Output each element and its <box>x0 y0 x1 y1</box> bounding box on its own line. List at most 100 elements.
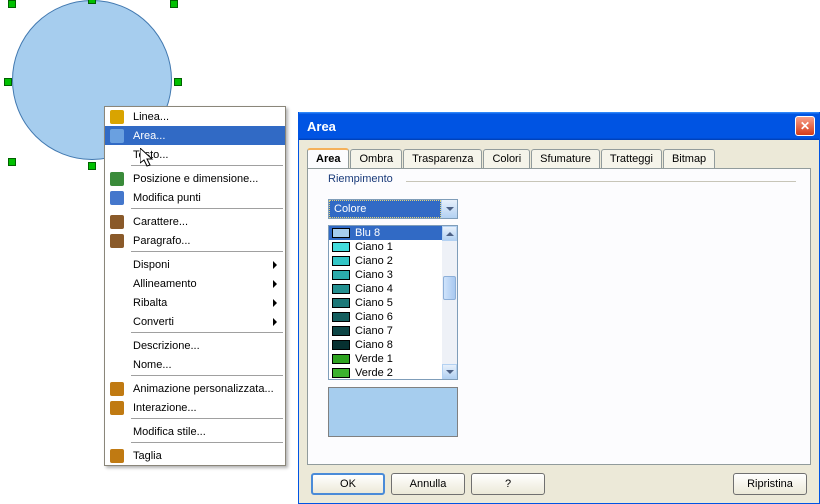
resize-handle-n[interactable] <box>88 0 96 4</box>
tab-area[interactable]: Area <box>307 148 349 168</box>
color-list-item[interactable]: Ciano 1 <box>329 240 442 254</box>
resize-handle-w[interactable] <box>4 78 12 86</box>
menu-item[interactable]: Converti <box>105 312 285 331</box>
resize-handle-s[interactable] <box>88 162 96 170</box>
menu-item[interactable]: Area... <box>105 126 285 145</box>
ok-button[interactable]: OK <box>311 473 385 495</box>
resize-handle-nw[interactable] <box>8 0 16 8</box>
scroll-thumb[interactable] <box>443 276 456 300</box>
reset-label: Ripristina <box>747 478 793 490</box>
menu-icon-empty <box>105 336 129 355</box>
paragraph-icon <box>110 234 124 248</box>
menu-item[interactable]: Allineamento <box>105 274 285 293</box>
menu-item-label: Posizione e dimensione... <box>129 173 279 185</box>
color-name: Ciano 2 <box>355 255 393 267</box>
tab-colori[interactable]: Colori <box>483 149 530 169</box>
color-name: Ciano 3 <box>355 269 393 281</box>
color-swatch-icon <box>332 242 350 252</box>
color-list-item[interactable]: Ciano 2 <box>329 254 442 268</box>
color-name: Ciano 6 <box>355 311 393 323</box>
menu-item[interactable]: Taglia <box>105 446 285 465</box>
menu-item[interactable]: Modifica stile... <box>105 422 285 441</box>
color-name: Ciano 7 <box>355 325 393 337</box>
color-swatch-icon <box>332 228 350 238</box>
menu-separator <box>131 165 283 166</box>
dialog-titlebar[interactable]: Area ✕ <box>299 112 819 140</box>
menu-icon-empty <box>105 145 129 164</box>
paint-line-icon <box>105 107 129 126</box>
scroll-up-button[interactable] <box>442 226 457 241</box>
color-list-item[interactable]: Verde 1 <box>329 352 442 366</box>
color-list-item[interactable]: Ciano 5 <box>329 296 442 310</box>
color-list-item[interactable]: Ciano 3 <box>329 268 442 282</box>
menu-item[interactable]: Paragrafo... <box>105 231 285 250</box>
resize-handle-ne[interactable] <box>170 0 178 8</box>
cut-icon <box>105 446 129 465</box>
help-button[interactable]: ? <box>471 473 545 495</box>
character-icon <box>105 212 129 231</box>
tab-tratteggi[interactable]: Tratteggi <box>601 149 662 169</box>
color-list-item[interactable]: Ciano 8 <box>329 338 442 352</box>
cancel-button[interactable]: Annulla <box>391 473 465 495</box>
menu-item[interactable]: Carattere... <box>105 212 285 231</box>
resize-handle-sw[interactable] <box>8 158 16 166</box>
menu-separator <box>131 418 283 419</box>
dialog-tabs: AreaOmbraTrasparenzaColoriSfumatureTratt… <box>299 140 819 168</box>
edit-points-icon <box>105 188 129 207</box>
reset-button[interactable]: Ripristina <box>733 473 807 495</box>
custom-animation-icon <box>110 382 124 396</box>
combo-dropdown-button[interactable] <box>441 200 457 218</box>
menu-icon-empty <box>105 274 129 293</box>
tab-ombra[interactable]: Ombra <box>350 149 402 169</box>
menu-item-label: Carattere... <box>129 216 279 228</box>
submenu-arrow-icon <box>273 318 277 326</box>
color-name: Ciano 1 <box>355 241 393 253</box>
chevron-down-icon <box>446 207 454 211</box>
menu-item[interactable]: Disponi <box>105 255 285 274</box>
menu-item[interactable]: Posizione e dimensione... <box>105 169 285 188</box>
menu-icon-empty <box>105 355 129 374</box>
submenu-arrow-icon <box>273 299 277 307</box>
fill-type-combo[interactable]: Colore <box>328 199 458 219</box>
menu-icon-empty <box>105 422 129 441</box>
color-listbox[interactable]: Blu 8Ciano 1 Ciano 2 Ciano 3Ciano 4Ciano 5… <box>328 225 458 380</box>
menu-item[interactable]: Descrizione... <box>105 336 285 355</box>
menu-item[interactable]: Interazione... <box>105 398 285 417</box>
tab-bitmap[interactable]: Bitmap <box>663 149 715 169</box>
tab-sfumature[interactable]: Sfumature <box>531 149 600 169</box>
position-size-icon <box>105 169 129 188</box>
scroll-down-button[interactable] <box>442 364 457 379</box>
menu-item[interactable]: Modifica punti <box>105 188 285 207</box>
menu-item-label: Modifica punti <box>129 192 279 204</box>
menu-item-label: Modifica stile... <box>129 426 279 438</box>
close-button[interactable]: ✕ <box>795 116 815 136</box>
menu-item[interactable]: Animazione personalizzata... <box>105 379 285 398</box>
paragraph-icon <box>105 231 129 250</box>
color-list-item[interactable]: Ciano 4 <box>329 282 442 296</box>
menu-item[interactable]: Nome... <box>105 355 285 374</box>
menu-item-label: Animazione personalizzata... <box>129 383 279 395</box>
menu-item[interactable]: Ribalta <box>105 293 285 312</box>
help-label: ? <box>505 478 511 490</box>
scroll-track[interactable] <box>442 241 457 364</box>
area-dialog: Area ✕ AreaOmbraTrasparenzaColoriSfumatu… <box>298 112 820 504</box>
color-list-item[interactable]: Blu 8 <box>329 226 442 240</box>
color-list-item[interactable]: Ciano 7 <box>329 324 442 338</box>
cut-icon <box>110 449 124 463</box>
position-size-icon <box>110 172 124 186</box>
menu-item[interactable]: Testo... <box>105 145 285 164</box>
menu-item[interactable]: Linea... <box>105 107 285 126</box>
menu-separator <box>131 332 283 333</box>
menu-item-label: Interazione... <box>129 402 279 414</box>
menu-separator <box>131 251 283 252</box>
color-list-item[interactable]: Ciano 6 <box>329 310 442 324</box>
menu-separator <box>131 442 283 443</box>
resize-handle-e[interactable] <box>174 78 182 86</box>
cancel-label: Annulla <box>410 478 447 490</box>
color-swatch-icon <box>332 368 350 378</box>
tab-trasparenza[interactable]: Trasparenza <box>403 149 482 169</box>
menu-separator <box>131 208 283 209</box>
color-list-item[interactable]: Verde 2 <box>329 366 442 379</box>
color-list-scrollbar[interactable] <box>442 226 457 379</box>
menu-icon-empty <box>105 255 129 274</box>
